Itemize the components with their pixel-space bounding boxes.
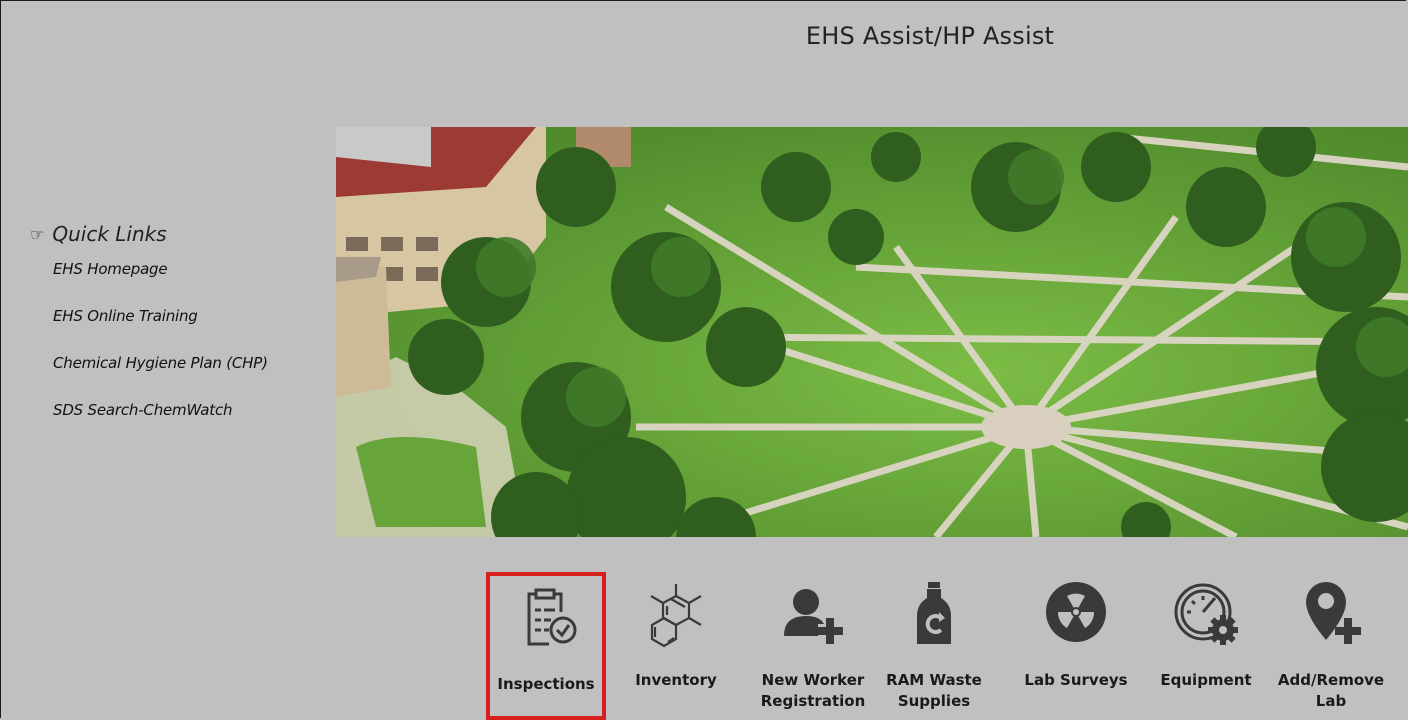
- quick-link-sds-search[interactable]: SDS Search-ChemWatch: [53, 401, 330, 419]
- add-user-icon: [778, 578, 848, 648]
- quick-links-title: Quick Links: [52, 222, 167, 246]
- quick-links-panel: ☞ Quick Links EHS Homepage EHS Online Tr…: [30, 222, 330, 448]
- quick-link-ehs-homepage[interactable]: EHS Homepage: [53, 260, 330, 278]
- quick-link-chemical-hygiene-plan[interactable]: Chemical Hygiene Plan (CHP): [53, 354, 330, 372]
- add-remove-lab-label: Add/Remove Lab: [1277, 671, 1385, 710]
- inspections-label: Inspections: [497, 675, 595, 693]
- pointing-hand-icon: ☞: [30, 224, 45, 244]
- lab-surveys-button[interactable]: Lab Surveys: [1016, 572, 1136, 720]
- inventory-label: Inventory: [635, 671, 717, 689]
- quick-links-header: ☞ Quick Links: [30, 222, 330, 246]
- page-title: EHS Assist/HP Assist: [805, 22, 1055, 50]
- new-worker-registration-button[interactable]: New Worker Registration: [756, 572, 870, 720]
- ram-waste-supplies-label: RAM Waste Supplies: [886, 671, 982, 710]
- campus-aerial-photo: [336, 127, 1408, 537]
- equipment-label: Equipment: [1160, 671, 1252, 689]
- clipboard-check-icon: [511, 582, 581, 652]
- radiation-icon: [1041, 578, 1111, 648]
- new-worker-registration-label: New Worker Registration: [760, 671, 866, 710]
- inventory-button[interactable]: Inventory: [628, 572, 724, 720]
- waste-jug-icon: [899, 578, 969, 648]
- gauge-gear-icon: [1171, 578, 1241, 648]
- add-location-icon: [1296, 578, 1366, 648]
- ram-waste-supplies-button[interactable]: RAM Waste Supplies: [884, 572, 984, 720]
- equipment-button[interactable]: Equipment: [1154, 572, 1258, 720]
- quick-link-ehs-online-training[interactable]: EHS Online Training: [53, 307, 330, 325]
- add-remove-lab-button[interactable]: Add/Remove Lab: [1276, 572, 1386, 720]
- lab-surveys-label: Lab Surveys: [1024, 671, 1128, 689]
- molecule-icon: [641, 578, 711, 648]
- inspections-button[interactable]: Inspections: [486, 572, 606, 720]
